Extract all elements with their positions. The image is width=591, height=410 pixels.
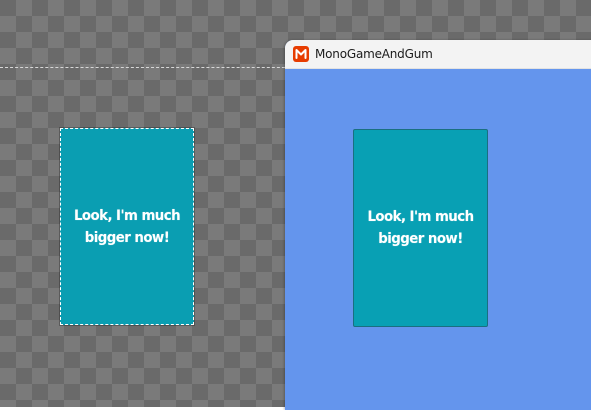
canvas-boundary-line	[0, 67, 300, 68]
game-card-text: Look, I'm much bigger now!	[367, 209, 474, 247]
window-title: MonoGameAndGum	[315, 47, 433, 61]
game-card: Look, I'm much bigger now!	[353, 129, 488, 327]
editor-card-text: Look, I'm much bigger now!	[73, 207, 181, 246]
selected-card-element[interactable]: Look, I'm much bigger now!	[59, 127, 195, 326]
monogame-logo-icon	[293, 46, 309, 62]
title-bar[interactable]: MonoGameAndGum	[285, 40, 591, 69]
game-window: MonoGameAndGum Look, I'm much bigger now…	[285, 40, 591, 410]
